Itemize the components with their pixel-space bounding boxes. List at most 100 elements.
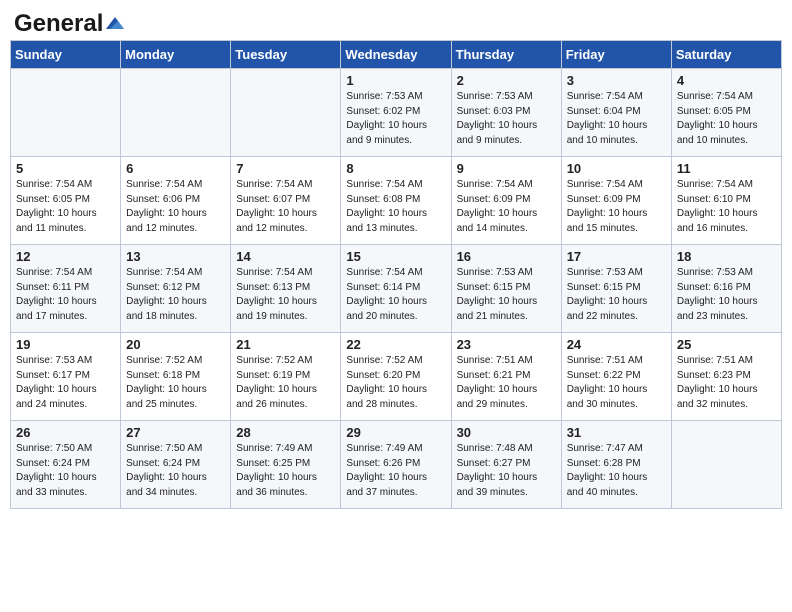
day-number: 7 bbox=[236, 161, 335, 176]
weekday-header-friday: Friday bbox=[561, 41, 671, 69]
day-info: Sunrise: 7:52 AM Sunset: 6:18 PM Dayligh… bbox=[126, 354, 225, 412]
day-info: Sunrise: 7:54 AM Sunset: 6:05 PM Dayligh… bbox=[677, 90, 776, 148]
day-info: Sunrise: 7:53 AM Sunset: 6:03 PM Dayligh… bbox=[457, 90, 556, 148]
day-number: 11 bbox=[677, 161, 776, 176]
weekday-header-wednesday: Wednesday bbox=[341, 41, 451, 69]
calendar-cell: 14 Sunrise: 7:54 AM Sunset: 6:13 PM Dayli… bbox=[231, 245, 341, 333]
day-number: 25 bbox=[677, 337, 776, 352]
day-number: 21 bbox=[236, 337, 335, 352]
day-number: 6 bbox=[126, 161, 225, 176]
day-info: Sunrise: 7:54 AM Sunset: 6:05 PM Dayligh… bbox=[16, 178, 115, 236]
calendar-cell: 13 Sunrise: 7:54 AM Sunset: 6:12 PM Dayli… bbox=[121, 245, 231, 333]
day-info: Sunrise: 7:54 AM Sunset: 6:09 PM Dayligh… bbox=[567, 178, 666, 236]
day-number: 28 bbox=[236, 425, 335, 440]
day-info: Sunrise: 7:54 AM Sunset: 6:04 PM Dayligh… bbox=[567, 90, 666, 148]
day-info: Sunrise: 7:51 AM Sunset: 6:22 PM Dayligh… bbox=[567, 354, 666, 412]
day-info: Sunrise: 7:54 AM Sunset: 6:12 PM Dayligh… bbox=[126, 266, 225, 324]
calendar-cell: 9 Sunrise: 7:54 AM Sunset: 6:09 PM Daylig… bbox=[451, 157, 561, 245]
calendar-cell bbox=[121, 69, 231, 157]
day-number: 5 bbox=[16, 161, 115, 176]
day-number: 12 bbox=[16, 249, 115, 264]
day-number: 1 bbox=[346, 73, 445, 88]
page-header: General bbox=[10, 10, 782, 32]
calendar-cell: 17 Sunrise: 7:53 AM Sunset: 6:15 PM Dayli… bbox=[561, 245, 671, 333]
day-info: Sunrise: 7:52 AM Sunset: 6:19 PM Dayligh… bbox=[236, 354, 335, 412]
calendar-cell bbox=[671, 421, 781, 509]
day-info: Sunrise: 7:54 AM Sunset: 6:07 PM Dayligh… bbox=[236, 178, 335, 236]
calendar-cell: 22 Sunrise: 7:52 AM Sunset: 6:20 PM Dayli… bbox=[341, 333, 451, 421]
day-info: Sunrise: 7:49 AM Sunset: 6:25 PM Dayligh… bbox=[236, 442, 335, 500]
calendar-cell: 3Sunrise: 7:54 AM Sunset: 6:04 PM Daylig… bbox=[561, 69, 671, 157]
calendar-cell: 10 Sunrise: 7:54 AM Sunset: 6:09 PM Dayli… bbox=[561, 157, 671, 245]
day-number: 17 bbox=[567, 249, 666, 264]
calendar-cell: 29 Sunrise: 7:49 AM Sunset: 6:26 PM Dayli… bbox=[341, 421, 451, 509]
day-number: 14 bbox=[236, 249, 335, 264]
day-info: Sunrise: 7:49 AM Sunset: 6:26 PM Dayligh… bbox=[346, 442, 445, 500]
calendar-cell bbox=[11, 69, 121, 157]
calendar-cell: 24 Sunrise: 7:51 AM Sunset: 6:22 PM Dayli… bbox=[561, 333, 671, 421]
logo-general: General bbox=[14, 10, 103, 38]
weekday-header-tuesday: Tuesday bbox=[231, 41, 341, 69]
day-info: Sunrise: 7:54 AM Sunset: 6:11 PM Dayligh… bbox=[16, 266, 115, 324]
day-info: Sunrise: 7:53 AM Sunset: 6:02 PM Dayligh… bbox=[346, 90, 445, 148]
calendar-cell: 8 Sunrise: 7:54 AM Sunset: 6:08 PM Daylig… bbox=[341, 157, 451, 245]
day-info: Sunrise: 7:50 AM Sunset: 6:24 PM Dayligh… bbox=[126, 442, 225, 500]
calendar-cell: 19 Sunrise: 7:53 AM Sunset: 6:17 PM Dayli… bbox=[11, 333, 121, 421]
weekday-header-saturday: Saturday bbox=[671, 41, 781, 69]
calendar-cell: 26Sunrise: 7:50 AM Sunset: 6:24 PM Dayli… bbox=[11, 421, 121, 509]
day-info: Sunrise: 7:54 AM Sunset: 6:13 PM Dayligh… bbox=[236, 266, 335, 324]
calendar-cell: 6 Sunrise: 7:54 AM Sunset: 6:06 PM Daylig… bbox=[121, 157, 231, 245]
calendar-cell: 5 Sunrise: 7:54 AM Sunset: 6:05 PM Daylig… bbox=[11, 157, 121, 245]
day-info: Sunrise: 7:54 AM Sunset: 6:06 PM Dayligh… bbox=[126, 178, 225, 236]
calendar-cell bbox=[231, 69, 341, 157]
calendar-cell: 28 Sunrise: 7:49 AM Sunset: 6:25 PM Dayli… bbox=[231, 421, 341, 509]
day-number: 19 bbox=[16, 337, 115, 352]
calendar-cell: 21 Sunrise: 7:52 AM Sunset: 6:19 PM Dayli… bbox=[231, 333, 341, 421]
weekday-header-sunday: Sunday bbox=[11, 41, 121, 69]
day-info: Sunrise: 7:53 AM Sunset: 6:15 PM Dayligh… bbox=[567, 266, 666, 324]
logo-icon bbox=[104, 15, 126, 31]
calendar-cell: 2 Sunrise: 7:53 AM Sunset: 6:03 PM Daylig… bbox=[451, 69, 561, 157]
calendar-cell: 31Sunrise: 7:47 AM Sunset: 6:28 PM Dayli… bbox=[561, 421, 671, 509]
day-info: Sunrise: 7:53 AM Sunset: 6:17 PM Dayligh… bbox=[16, 354, 115, 412]
day-number: 8 bbox=[346, 161, 445, 176]
day-number: 29 bbox=[346, 425, 445, 440]
day-info: Sunrise: 7:54 AM Sunset: 6:08 PM Dayligh… bbox=[346, 178, 445, 236]
day-number: 2 bbox=[457, 73, 556, 88]
day-number: 18 bbox=[677, 249, 776, 264]
logo: General bbox=[14, 10, 126, 32]
calendar-cell: 27 Sunrise: 7:50 AM Sunset: 6:24 PM Dayli… bbox=[121, 421, 231, 509]
day-info: Sunrise: 7:54 AM Sunset: 6:10 PM Dayligh… bbox=[677, 178, 776, 236]
day-number: 15 bbox=[346, 249, 445, 264]
calendar-cell: 11 Sunrise: 7:54 AM Sunset: 6:10 PM Dayli… bbox=[671, 157, 781, 245]
day-number: 23 bbox=[457, 337, 556, 352]
day-number: 10 bbox=[567, 161, 666, 176]
day-info: Sunrise: 7:51 AM Sunset: 6:21 PM Dayligh… bbox=[457, 354, 556, 412]
weekday-header-monday: Monday bbox=[121, 41, 231, 69]
day-info: Sunrise: 7:53 AM Sunset: 6:15 PM Dayligh… bbox=[457, 266, 556, 324]
calendar-cell: 20 Sunrise: 7:52 AM Sunset: 6:18 PM Dayli… bbox=[121, 333, 231, 421]
day-info: Sunrise: 7:54 AM Sunset: 6:09 PM Dayligh… bbox=[457, 178, 556, 236]
calendar-cell: 15Sunrise: 7:54 AM Sunset: 6:14 PM Dayli… bbox=[341, 245, 451, 333]
day-number: 9 bbox=[457, 161, 556, 176]
day-number: 13 bbox=[126, 249, 225, 264]
day-info: Sunrise: 7:52 AM Sunset: 6:20 PM Dayligh… bbox=[346, 354, 445, 412]
day-info: Sunrise: 7:51 AM Sunset: 6:23 PM Dayligh… bbox=[677, 354, 776, 412]
calendar-cell: 4Sunrise: 7:54 AM Sunset: 6:05 PM Daylig… bbox=[671, 69, 781, 157]
calendar-cell: 18 Sunrise: 7:53 AM Sunset: 6:16 PM Dayli… bbox=[671, 245, 781, 333]
calendar-cell: 25 Sunrise: 7:51 AM Sunset: 6:23 PM Dayli… bbox=[671, 333, 781, 421]
calendar-cell: 1 Sunrise: 7:53 AM Sunset: 6:02 PM Daylig… bbox=[341, 69, 451, 157]
calendar-cell: 23 Sunrise: 7:51 AM Sunset: 6:21 PM Dayli… bbox=[451, 333, 561, 421]
day-number: 24 bbox=[567, 337, 666, 352]
day-number: 22 bbox=[346, 337, 445, 352]
day-number: 26 bbox=[16, 425, 115, 440]
day-info: Sunrise: 7:53 AM Sunset: 6:16 PM Dayligh… bbox=[677, 266, 776, 324]
weekday-header-thursday: Thursday bbox=[451, 41, 561, 69]
calendar-table: SundayMondayTuesdayWednesdayThursdayFrid… bbox=[10, 40, 782, 509]
calendar-cell: 30Sunrise: 7:48 AM Sunset: 6:27 PM Dayli… bbox=[451, 421, 561, 509]
day-info: Sunrise: 7:47 AM Sunset: 6:28 PM Dayligh… bbox=[567, 442, 666, 500]
day-number: 16 bbox=[457, 249, 556, 264]
day-number: 27 bbox=[126, 425, 225, 440]
calendar-cell: 7 Sunrise: 7:54 AM Sunset: 6:07 PM Daylig… bbox=[231, 157, 341, 245]
day-number: 20 bbox=[126, 337, 225, 352]
